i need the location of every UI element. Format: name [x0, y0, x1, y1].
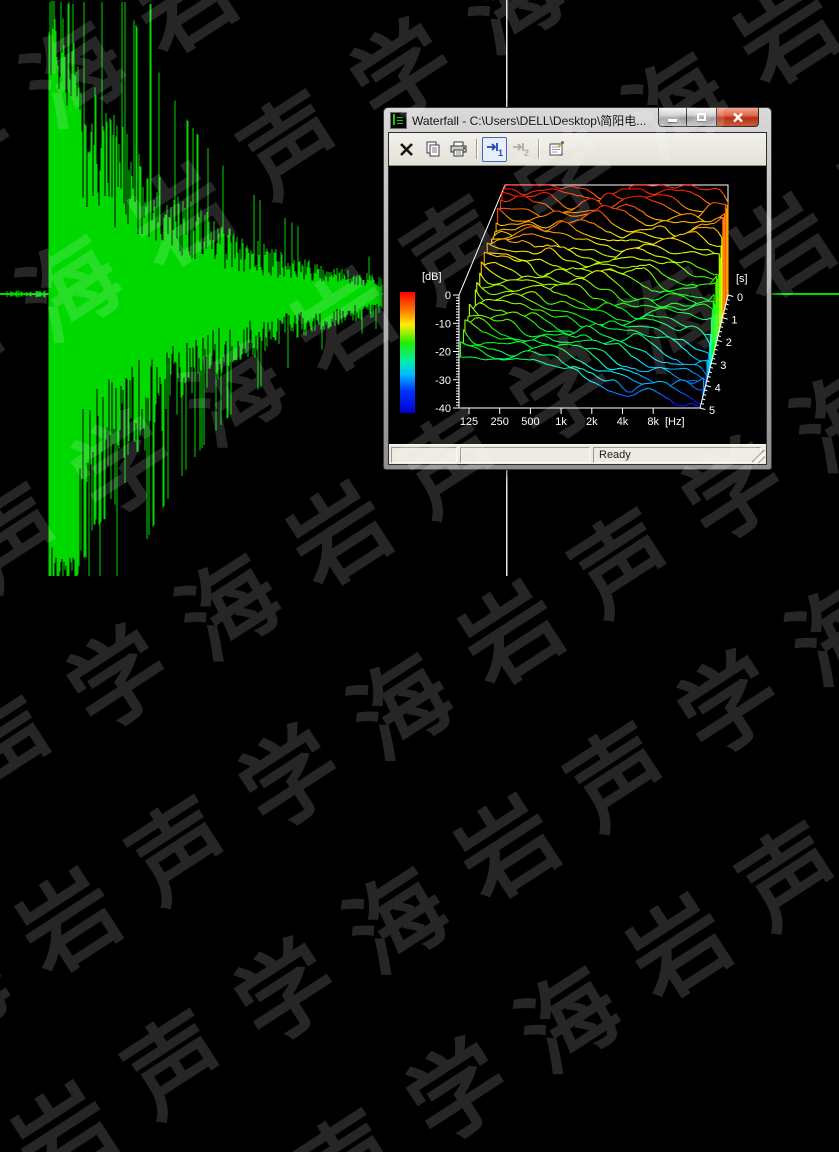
- maximize-icon: [697, 113, 706, 121]
- svg-text:125: 125: [460, 416, 478, 428]
- svg-text:[s]: [s]: [736, 273, 748, 285]
- minimize-icon: [668, 119, 677, 122]
- waterfall-plot-area: [dB]0-10-20-30-401252505001k2k4k8k[Hz]01…: [389, 166, 766, 444]
- maximize-button[interactable]: [687, 108, 716, 127]
- cursor-1-button[interactable]: 1: [482, 137, 507, 162]
- properties-icon: [548, 141, 565, 157]
- svg-text:1k: 1k: [555, 416, 567, 428]
- svg-text:2: 2: [524, 148, 529, 157]
- status-panel: [460, 447, 590, 463]
- svg-text:-40: -40: [435, 403, 451, 415]
- resize-grip[interactable]: [752, 450, 765, 463]
- svg-text:8k: 8k: [647, 416, 659, 428]
- properties-button[interactable]: [544, 137, 569, 162]
- colorbar: [400, 292, 415, 413]
- minimize-button[interactable]: [658, 108, 687, 127]
- status-message: Ready: [593, 447, 761, 463]
- window-title: Waterfall - C:\Users\DELL\Desktop\简阳电...: [412, 112, 646, 129]
- waterfall-window: Waterfall - C:\Users\DELL\Desktop\简阳电...: [383, 107, 772, 470]
- title-bar[interactable]: Waterfall - C:\Users\DELL\Desktop\简阳电...: [388, 108, 767, 132]
- svg-text:1: 1: [731, 315, 737, 327]
- svg-text:2: 2: [726, 337, 732, 349]
- copy-icon: [425, 141, 441, 157]
- svg-text:-30: -30: [435, 375, 451, 387]
- x-icon: [399, 142, 414, 157]
- print-button[interactable]: [446, 137, 471, 162]
- close-icon: [732, 112, 744, 123]
- svg-text:2k: 2k: [586, 416, 598, 428]
- toolbar-separator: [538, 139, 540, 159]
- svg-text:5: 5: [709, 405, 715, 417]
- svg-text:4: 4: [715, 382, 721, 394]
- svg-text:[dB]: [dB]: [422, 271, 442, 283]
- status-panel: [391, 447, 457, 463]
- toolbar: 1 2: [389, 133, 766, 166]
- svg-text:1: 1: [498, 148, 503, 157]
- delete-button[interactable]: [394, 137, 419, 162]
- svg-text:[Hz]: [Hz]: [665, 416, 685, 428]
- app-icon[interactable]: [390, 112, 407, 129]
- copy-button[interactable]: [420, 137, 445, 162]
- svg-text:500: 500: [521, 416, 539, 428]
- svg-text:0: 0: [737, 292, 743, 304]
- toolbar-separator: [476, 139, 478, 159]
- print-icon: [450, 141, 467, 157]
- arrow-step-icon: 1: [486, 141, 503, 157]
- svg-text:4k: 4k: [617, 416, 629, 428]
- svg-text:3: 3: [720, 360, 726, 372]
- cursor-2-button[interactable]: 2: [508, 137, 533, 162]
- svg-text:250: 250: [491, 416, 509, 428]
- close-button[interactable]: [716, 108, 759, 127]
- arrow-step-icon: 2: [512, 141, 529, 157]
- svg-text:0: 0: [445, 290, 451, 302]
- waterfall-chart: [dB]0-10-20-30-401252505001k2k4k8k[Hz]01…: [389, 166, 768, 449]
- svg-text:-20: -20: [435, 347, 451, 359]
- status-bar: Ready: [389, 444, 766, 464]
- svg-text:-10: -10: [435, 318, 451, 330]
